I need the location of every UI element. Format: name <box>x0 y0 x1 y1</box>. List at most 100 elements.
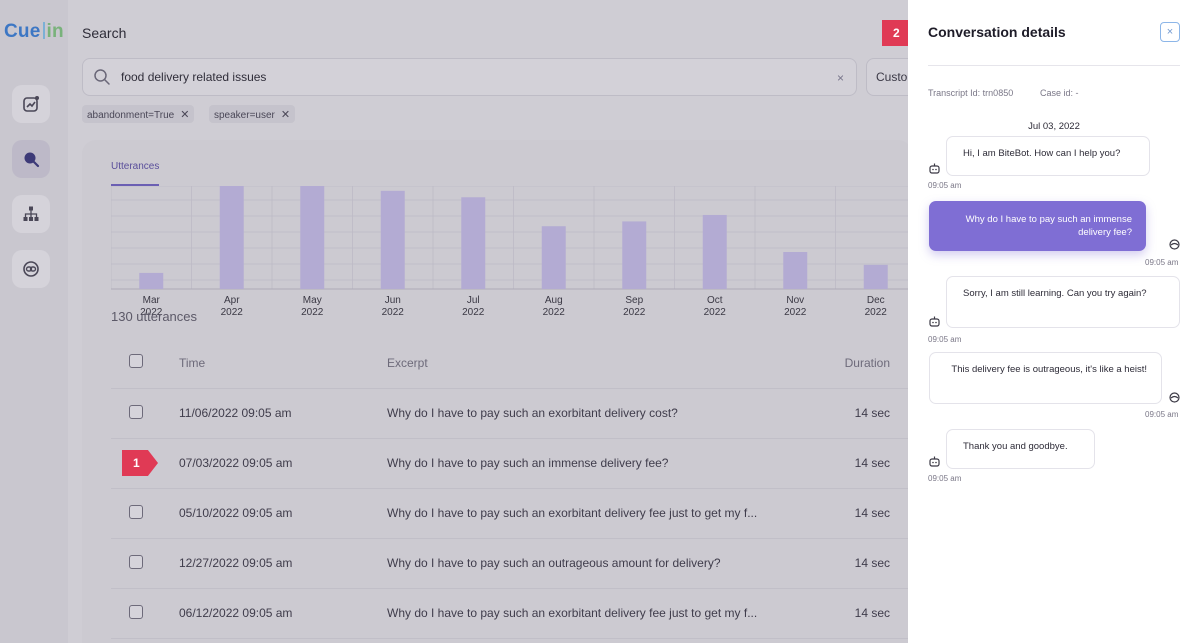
chart-bar[interactable] <box>783 251 808 289</box>
chart-bar[interactable] <box>300 186 325 289</box>
nav-analytics[interactable] <box>12 85 50 123</box>
utterance-chart: Mar 2022 Apr 2022 May 2022 Jun 2022 Jul 2022 Aug 20… <box>110 185 917 326</box>
x-tick-year: 2022 <box>543 307 566 318</box>
customer-avatar-icon <box>1169 392 1180 403</box>
x-tick-month: Mar <box>143 295 161 306</box>
nav-hierarchy[interactable] <box>12 195 50 233</box>
page-title: Search <box>82 25 127 41</box>
x-tick-year: 2022 <box>382 307 405 318</box>
logo-divider <box>42 22 45 39</box>
utterance-chart-svg: Mar2022Apr2022May2022Jun2022Jul2022Aug20… <box>110 185 917 318</box>
row-time: 05/10/2022 09:05 am <box>179 506 293 520</box>
filter-chip-label: speaker=user <box>214 110 275 121</box>
message-time: 09:05 am <box>928 474 962 483</box>
bot-message: Hi, I am BiteBot. How can I help you? <box>946 136 1150 176</box>
chart-bar[interactable] <box>461 197 486 289</box>
search-input[interactable]: food delivery related issues × <box>82 58 857 96</box>
message-text: Why do I have to pay such an immense del… <box>965 214 1132 238</box>
user-message: Why do I have to pay such an immense del… <box>929 201 1146 251</box>
x-tick-month: Oct <box>707 295 723 306</box>
conversation-details-panel: Conversation details × Transcript Id: tr… <box>908 0 1200 643</box>
utterance-count: 130 utterances <box>111 309 198 324</box>
x-tick-month: Aug <box>545 295 563 306</box>
table-row[interactable]: 05/10/2022 09:05 am Why do I have to pay… <box>111 488 912 538</box>
user-avatar-icon <box>1169 239 1180 250</box>
chart-bar[interactable] <box>380 190 405 289</box>
row-checkbox[interactable] <box>129 404 143 419</box>
message-time: 09:05 am <box>928 181 962 190</box>
x-tick-month: Apr <box>224 295 240 306</box>
table-row[interactable]: 11/06/2022 09:05 am Why do I have to pay… <box>111 388 912 438</box>
row-duration: 14 sec <box>854 506 890 520</box>
x-tick-year: 2022 <box>221 307 244 318</box>
header-duration: Duration <box>844 355 890 370</box>
row-duration: 14 sec <box>854 606 890 620</box>
row-excerpt: Why do I have to pay such an immense del… <box>387 456 669 470</box>
x-tick-month: May <box>303 295 322 306</box>
message-time: 09:05 am <box>1145 410 1179 419</box>
remove-filter-icon[interactable]: ✕ <box>281 109 290 121</box>
row-checkbox[interactable] <box>129 504 143 519</box>
chart-bar[interactable] <box>863 264 888 289</box>
x-tick-month: Jun <box>385 295 401 306</box>
row-checkbox[interactable] <box>129 604 143 619</box>
search-icon <box>24 152 40 168</box>
x-tick-year: 2022 <box>865 307 888 318</box>
main-content: Search food delivery related issues × Cu… <box>68 0 926 643</box>
bot-avatar-icon <box>929 163 940 174</box>
chart-bar[interactable] <box>139 272 164 289</box>
chart-bar[interactable] <box>622 221 647 289</box>
nav-search[interactable] <box>12 140 50 178</box>
tab-utterances[interactable]: Utterances <box>111 161 159 172</box>
table-row[interactable]: 12/27/2022 09:05 am Why do I have to pay… <box>111 538 912 588</box>
message-time: 09:05 am <box>928 335 962 344</box>
table-row-selected[interactable]: 07/03/2022 09:05 am Why do I have to pay… <box>111 438 912 488</box>
message-text: Thank you and goodbye. <box>963 441 1068 452</box>
header-excerpt: Excerpt <box>387 355 428 370</box>
panel-divider <box>928 65 1180 66</box>
clear-icon[interactable]: × <box>837 71 844 85</box>
x-tick-month: Dec <box>867 295 885 306</box>
utterance-table: Time Excerpt Duration 11/06/2022 09:05 a… <box>111 338 912 639</box>
row-checkbox[interactable] <box>129 554 143 569</box>
chart-bar[interactable] <box>702 214 727 289</box>
filter-chip-label: abandonment=True <box>87 110 175 121</box>
message-time: 09:05 am <box>1145 258 1179 267</box>
conversation-date: Jul 03, 2022 <box>1028 121 1080 132</box>
header-time: Time <box>179 355 206 370</box>
row-excerpt: Why do I have to pay such an exorbitant … <box>387 606 758 620</box>
panel-title: Conversation details <box>928 24 1066 40</box>
row-time: 07/03/2022 09:05 am <box>179 456 293 470</box>
hierarchy-icon <box>23 206 39 221</box>
chart-bar[interactable] <box>219 186 244 289</box>
filter-chip-speaker: speaker=user ✕ <box>209 105 296 123</box>
message-text: Hi, I am BiteBot. How can I help you? <box>963 148 1121 159</box>
table-row[interactable]: 06/12/2022 09:05 am Why do I have to pay… <box>111 588 912 638</box>
close-icon[interactable]: × <box>1160 22 1180 42</box>
message-text: Sorry, I am still learning. Can you try … <box>963 288 1147 299</box>
customer-message: This delivery fee is outrageous, it's li… <box>929 352 1162 404</box>
app-logo: Cue in <box>4 21 64 43</box>
x-tick-month: Sep <box>625 295 643 306</box>
logo-cue: Cue <box>4 21 41 42</box>
link-icon <box>23 261 39 277</box>
table-header: Time Excerpt Duration <box>111 338 912 388</box>
bot-avatar-icon <box>929 316 940 327</box>
row-excerpt: Why do I have to pay such an exorbitant … <box>387 406 678 420</box>
bot-avatar-icon <box>929 456 940 467</box>
search-icon <box>94 69 110 85</box>
search-query: food delivery related issues <box>121 70 267 84</box>
x-tick-month: Nov <box>786 295 804 306</box>
row-excerpt: Why do I have to pay such an exorbitant … <box>387 506 758 520</box>
nav-link[interactable] <box>12 250 50 288</box>
x-tick-month: Jul <box>467 295 480 306</box>
utterances-card: Utterances Mar 2022 Apr 2022 May 2022 Jun 2022 J… <box>82 140 917 643</box>
row-duration: 14 sec <box>854 456 890 470</box>
chart-bar[interactable] <box>541 226 566 289</box>
remove-filter-icon[interactable]: ✕ <box>180 109 189 121</box>
row-time: 12/27/2022 09:05 am <box>179 556 293 570</box>
row-time: 11/06/2022 09:05 am <box>179 406 292 420</box>
logo-in: in <box>46 21 64 42</box>
x-tick-year: 2022 <box>301 307 324 318</box>
select-all-checkbox[interactable] <box>129 354 143 369</box>
